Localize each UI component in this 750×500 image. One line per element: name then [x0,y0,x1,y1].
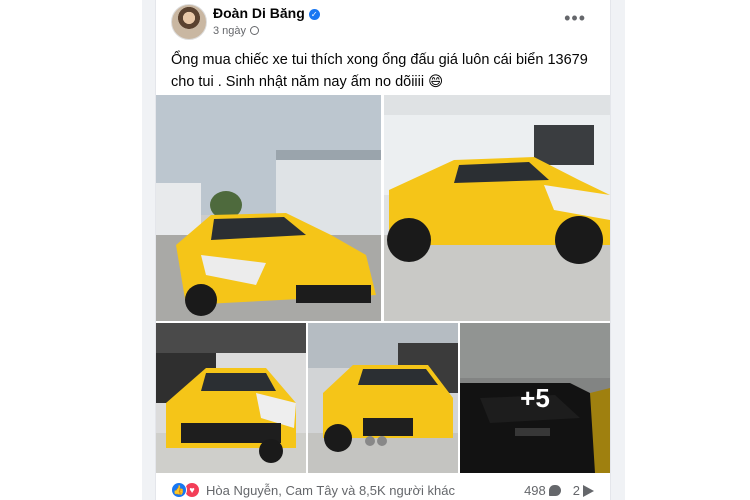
globe-icon [250,26,260,35]
right-feed-gutter [610,0,625,500]
comment-icon [548,485,561,496]
car-photo-front-showroom [156,323,306,473]
verified-badge-icon: ✓ [308,9,320,20]
post-card: Đoàn Di Băng ✓ 3 ngày ••• Ổng mua chiếc x… [156,0,610,500]
comment-count-value: 498 [524,483,546,498]
post-meta: 3 ngày [213,25,260,37]
more-photos-count: +5 [520,382,550,413]
post-time[interactable]: 3 ngày [213,25,246,37]
share-icon [583,484,594,497]
post-photo-4[interactable] [308,323,458,473]
author-name-row: Đoàn Di Băng ✓ [213,5,320,21]
share-count-value: 2 [572,483,580,498]
more-photos-overlay[interactable]: +5 [460,323,610,473]
car-photo-front [156,95,381,321]
post-header: Đoàn Di Băng ✓ 3 ngày ••• [156,0,610,40]
author-name[interactable]: Đoàn Di Băng [213,5,305,21]
post-photo-1[interactable] [156,95,381,321]
post-photo-3[interactable] [156,323,306,473]
car-photo-side [384,95,610,321]
like-reaction-icon: 👍 [171,482,187,498]
left-feed-gutter [142,0,156,500]
author-avatar[interactable] [171,4,207,40]
reaction-bar: 👍 ♥ Hòa Nguyễn, Cam Tây và 8,5K người kh… [156,480,610,500]
more-options-icon[interactable]: ••• [564,8,586,29]
post-text: Ổng mua chiếc xe tui thích xong ổng đấu … [171,52,588,90]
engagement-counts: 498 2 [524,483,594,498]
post-photo-2[interactable] [384,95,610,321]
car-photo-rear [308,323,458,473]
reaction-summary[interactable]: Hòa Nguyễn, Cam Tây và 8,5K người khác [206,483,455,498]
reaction-icons[interactable]: 👍 ♥ [171,482,203,498]
share-count[interactable]: 2 [573,483,594,498]
comment-count[interactable]: 498 [524,483,561,498]
post-photo-5[interactable]: +5 [460,323,610,473]
